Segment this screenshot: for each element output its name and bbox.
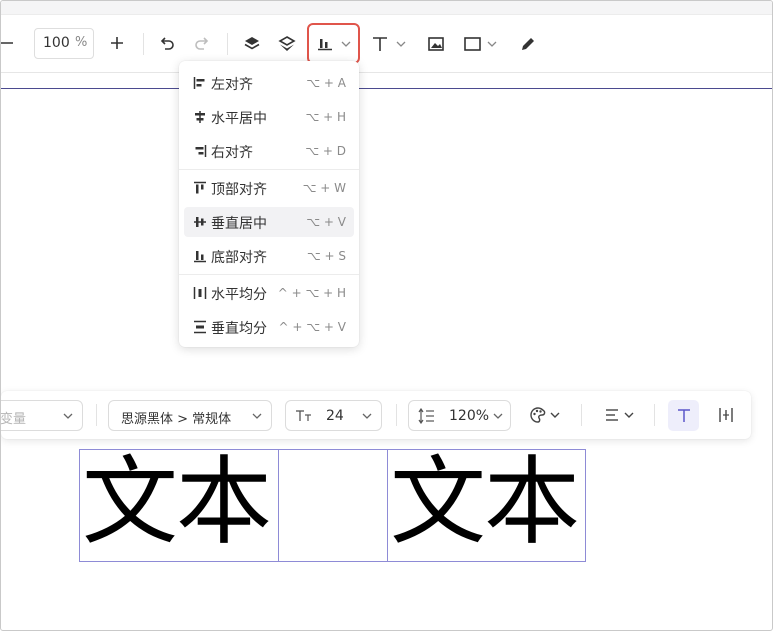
line-height-value: 120% [449,408,490,424]
image-icon [428,37,444,51]
menu-item-shortcut: ⌥ + A [306,76,346,90]
minus-icon [1,42,13,44]
toolbar-divider [143,33,144,55]
line-height-icon [418,408,434,424]
menu-item-shortcut: ^ + ⌥ + H [277,286,346,300]
align-top-icon [194,181,206,194]
menu-item-shortcut: ⌥ + S [306,249,346,263]
menu-item-distribute-vertical[interactable]: 垂直均分 ^ + ⌥ + V [184,312,354,342]
app-window: 100 % 文本 文本 变量 思源黑体 > 常规体 24 120% 左对齐 ⌥ … [0,0,773,631]
layer-down-icon [278,36,296,51]
menu-item-label: 水平均分 [211,287,267,303]
redo-icon [195,37,209,50]
canvas-top-edge [1,88,772,89]
text-box-2[interactable]: 文本 [387,449,586,562]
toolbar-divider [654,404,655,426]
chevron-down-icon [63,413,73,419]
align-dropdown-button[interactable] [307,23,360,64]
plus-icon [111,37,123,49]
chevron-down-icon [493,413,503,419]
align-horizontal-center-icon [195,111,205,123]
text-color-button[interactable] [529,406,563,424]
font-size-icon [296,410,311,421]
zoom-value: 100 [43,35,70,51]
menu-item-shortcut: ⌥ + W [302,181,346,195]
align-bottom-icon [318,39,332,51]
shape-tool-button[interactable] [463,35,501,53]
menu-item-align-right[interactable]: 右对齐 ⌥ + D [184,136,354,166]
selection-gap-box [278,449,388,562]
distribute-horizontal-icon [193,287,207,299]
main-toolbar: 100 % [1,15,772,73]
text-box-1-content: 文本 [82,446,272,558]
menu-item-label: 垂直均分 [211,321,267,337]
window-top-strip [1,1,772,15]
variable-placeholder: 变量 [0,412,27,427]
pen-icon [522,38,534,50]
text-box-1[interactable]: 文本 [79,449,279,562]
menu-item-label: 底部对齐 [211,250,267,266]
text-format-toolbar: 变量 思源黑体 > 常规体 24 120% [1,391,751,439]
font-family-select[interactable]: 思源黑体 > 常规体 [108,400,272,431]
chevron-down-icon [252,413,262,419]
menu-item-label: 水平居中 [211,111,267,127]
bring-forward-button[interactable] [243,35,261,53]
menu-item-align-left[interactable]: 左对齐 ⌥ + A [184,68,354,98]
menu-item-align-bottom[interactable]: 底部对齐 ⌥ + S [184,241,354,271]
redo-button[interactable] [193,35,211,53]
menu-divider [179,169,359,170]
chevron-down-icon [362,413,372,419]
menu-item-align-vcenter[interactable]: 垂直居中 ⌥ + V [184,207,354,237]
menu-item-distribute-horizontal[interactable]: 水平均分 ^ + ⌥ + H [184,278,354,308]
menu-item-shortcut: ⌥ + V [306,215,346,229]
menu-item-shortcut: ⌥ + D [305,144,346,158]
vertical-text-toggle[interactable] [717,406,735,424]
menu-item-label: 右对齐 [211,145,253,161]
menu-item-label: 垂直居中 [211,216,267,232]
undo-icon [160,37,174,50]
text-box-2-content: 文本 [390,446,580,558]
align-top-text-icon [677,408,690,422]
menu-item-label: 左对齐 [211,77,253,93]
align-bottom-icon [194,251,206,263]
menu-item-shortcut: ^ + ⌥ + V [278,320,346,334]
font-size-select[interactable]: 24 [285,400,382,431]
align-left-icon [193,77,205,89]
text-align-icon [606,409,634,421]
zoom-unit: % [75,35,88,50]
image-tool-button[interactable] [427,35,445,53]
variable-select[interactable]: 变量 [0,400,83,431]
vertical-align-top-toggle[interactable] [668,400,699,431]
font-family-value: 思源黑体 > 常规体 [121,412,232,427]
palette-icon [530,407,560,423]
undo-button[interactable] [158,35,176,53]
text-align-button[interactable] [604,406,638,424]
vertical-text-icon [719,408,733,422]
send-backward-button[interactable] [278,35,296,53]
toolbar-divider [581,404,582,426]
text-t-icon [373,37,406,51]
zoom-out-button[interactable] [1,35,17,51]
pen-tool-button[interactable] [519,35,537,53]
toolbar-divider [96,404,97,426]
rectangle-icon [464,37,497,51]
align-dropdown-menu: 左对齐 ⌥ + A 水平居中 ⌥ + H 右对齐 ⌥ + D 顶部对齐 ⌥ + … [179,61,359,347]
align-right-icon [195,145,207,157]
menu-divider [179,274,359,275]
layer-up-icon [244,37,260,50]
menu-item-align-hcenter[interactable]: 水平居中 ⌥ + H [184,102,354,132]
zoom-in-button[interactable] [109,35,125,51]
toolbar-divider [396,404,397,426]
menu-item-align-top[interactable]: 顶部对齐 ⌥ + W [184,173,354,203]
zoom-input[interactable]: 100 % [34,28,94,59]
line-height-select[interactable]: 120% [408,400,511,431]
text-tool-button[interactable] [371,35,411,53]
menu-item-shortcut: ⌥ + H [305,110,346,124]
toolbar-divider [227,33,228,55]
distribute-vertical-icon [194,320,206,334]
menu-item-label: 顶部对齐 [211,182,267,198]
chevron-down-icon [341,41,351,47]
font-size-value: 24 [326,408,344,424]
align-vertical-center-icon [194,217,206,227]
